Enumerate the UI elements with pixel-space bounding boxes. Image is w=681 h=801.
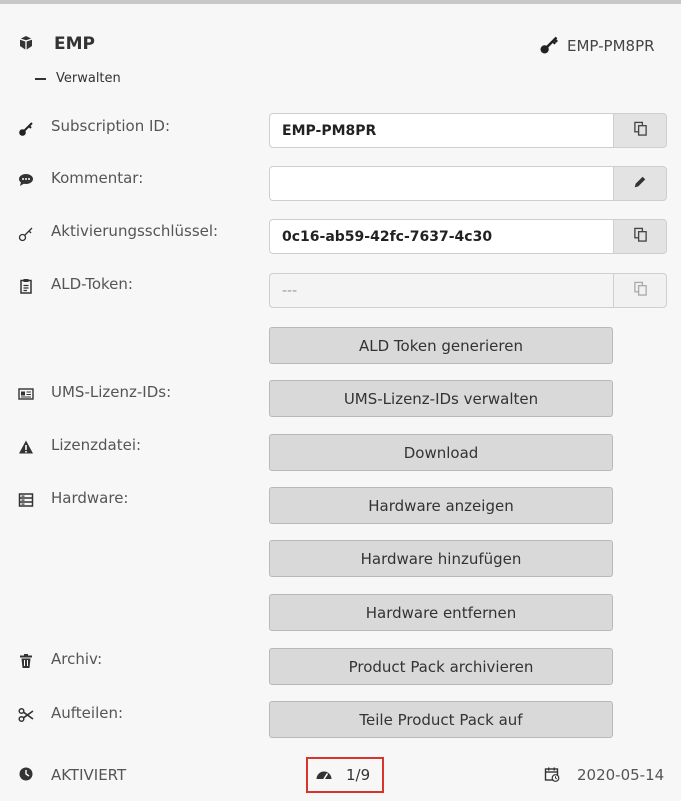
archive-pack-button[interactable]: Product Pack archivieren xyxy=(269,648,613,685)
clipboard-icon xyxy=(18,278,34,294)
comment-icon xyxy=(18,172,34,188)
status-text: AKTIVIERT xyxy=(51,766,127,784)
manage-toggle[interactable]: Verwalten xyxy=(56,71,121,86)
archive-label: Archiv: xyxy=(51,650,103,668)
download-license-button[interactable]: Download xyxy=(269,434,613,471)
manage-ums-button[interactable]: UMS-Lizenz-IDs verwalten xyxy=(269,380,613,417)
generate-ald-token-button[interactable]: ALD Token generieren xyxy=(269,327,613,364)
remove-hardware-button[interactable]: Hardware entfernen xyxy=(269,594,613,631)
top-border xyxy=(0,0,681,4)
add-hardware-button[interactable]: Hardware hinzufügen xyxy=(269,540,613,577)
pencil-icon xyxy=(633,174,647,193)
key-outline-icon xyxy=(18,226,34,242)
subscription-label: Subscription ID: xyxy=(51,117,170,135)
date-text: 2020-05-14 xyxy=(577,766,665,784)
key-icon xyxy=(538,35,560,55)
copy-icon xyxy=(633,121,648,140)
calendar-icon xyxy=(544,766,560,782)
cube-icon xyxy=(18,35,34,51)
ald-field: --- xyxy=(269,273,613,308)
copy-subscription-button[interactable] xyxy=(613,113,667,148)
copy-activation-button[interactable] xyxy=(613,219,667,254)
copy-icon xyxy=(633,227,648,246)
scissors-icon xyxy=(18,707,34,723)
activation-field[interactable]: 0c16-ab59-42fc-7637-4c30 xyxy=(269,219,613,254)
warning-icon xyxy=(18,439,34,455)
activation-label: Aktivierungsschlüssel: xyxy=(51,222,219,240)
ums-label: UMS-Lizenz-IDs: xyxy=(51,383,172,401)
edit-comment-button[interactable] xyxy=(613,166,667,201)
copy-ald-button xyxy=(613,273,667,308)
highlight-box xyxy=(306,757,384,793)
split-label: Aufteilen: xyxy=(51,704,124,722)
hardware-icon xyxy=(18,492,34,508)
id-card-icon xyxy=(18,386,34,402)
subscription-short: EMP-PM8PR xyxy=(567,37,655,55)
comment-label: Kommentar: xyxy=(51,169,144,187)
show-hardware-button[interactable]: Hardware anzeigen xyxy=(269,487,613,524)
product-title: EMP xyxy=(54,34,95,54)
subscription-field[interactable]: EMP-PM8PR xyxy=(269,113,613,148)
split-pack-button[interactable]: Teile Product Pack auf xyxy=(269,701,613,738)
status-dot-icon xyxy=(18,766,34,782)
comment-field[interactable] xyxy=(269,166,613,201)
ald-label: ALD-Token: xyxy=(51,275,133,293)
license-label: Lizenzdatei: xyxy=(51,436,142,454)
collapse-icon[interactable] xyxy=(35,78,46,80)
hardware-label: Hardware: xyxy=(51,489,129,507)
copy-icon xyxy=(633,281,648,300)
key-icon xyxy=(18,121,34,137)
trash-icon xyxy=(18,653,34,669)
